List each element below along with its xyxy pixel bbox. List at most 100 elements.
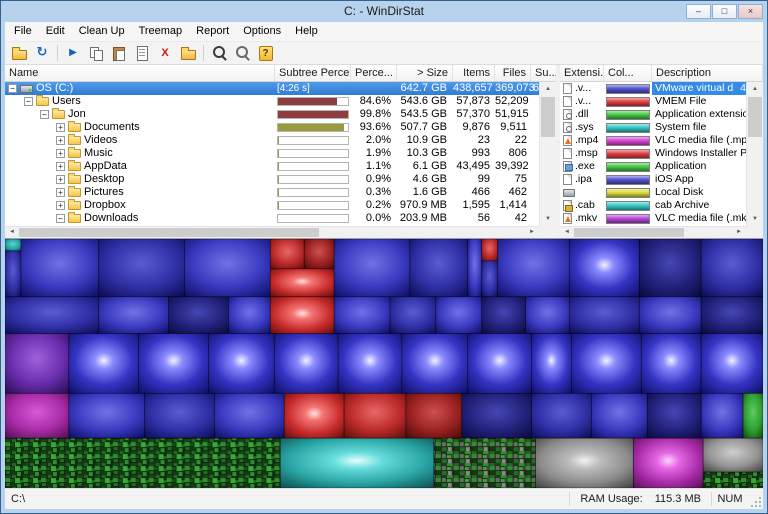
treemap-block[interactable] <box>532 334 572 394</box>
column-header-su[interactable]: Su... <box>531 65 556 81</box>
zoom-out-button[interactable] <box>231 43 253 63</box>
tree-row[interactable]: +Documents93.6%507.7 GB9,8769,511 <box>5 121 539 134</box>
treemap-block[interactable] <box>482 261 498 297</box>
open-button[interactable] <box>8 43 30 63</box>
treemap-block[interactable] <box>482 239 498 261</box>
tree-row[interactable]: −OS (C:)[4:26 s]642.7 GB438,657369,0736 <box>5 82 539 95</box>
tree-row[interactable]: +Desktop0.9%4.6 GB9975 <box>5 173 539 186</box>
treemap-block[interactable] <box>572 334 642 394</box>
treemap-block[interactable] <box>633 438 703 488</box>
menu-edit[interactable]: Edit <box>39 22 72 41</box>
minimize-button[interactable]: – <box>686 4 711 19</box>
treemap-block[interactable] <box>344 393 406 438</box>
treemap-block[interactable] <box>536 438 634 488</box>
extension-row[interactable]: .exeApplication <box>560 160 746 173</box>
treemap-block[interactable] <box>468 334 532 394</box>
scroll-left-arrow-icon[interactable]: ◄ <box>560 227 574 238</box>
column-header-extensi[interactable]: Extensi... <box>560 65 604 81</box>
scroll-up-arrow-icon[interactable]: ▲ <box>540 82 556 96</box>
treemap-block[interactable] <box>5 393 69 438</box>
tree-row[interactable]: −Downloads0.0%203.9 MB5642 <box>5 212 539 225</box>
paste-button[interactable] <box>108 43 130 63</box>
tree-row[interactable]: +Videos2.0%10.9 GB2322 <box>5 134 539 147</box>
treemap-block[interactable] <box>270 239 304 269</box>
close-button[interactable]: × <box>738 4 763 19</box>
column-header-size[interactable]: > Size <box>397 65 453 81</box>
extension-vertical-scrollbar[interactable]: ▲ ▼ <box>746 82 763 226</box>
tree-row[interactable]: +Pictures0.3%1.6 GB466462 <box>5 186 539 199</box>
column-header-description[interactable]: Description <box>652 65 763 81</box>
maximize-button[interactable]: □ <box>712 4 737 19</box>
extension-row[interactable]: .sysSystem file <box>560 121 746 134</box>
treemap-block[interactable] <box>5 438 280 488</box>
treemap-block[interactable] <box>701 239 763 297</box>
treemap-view[interactable] <box>5 238 763 488</box>
scrollbar-thumb[interactable] <box>574 228 684 237</box>
expand-toggle[interactable]: − <box>8 84 17 93</box>
treemap-block[interactable] <box>639 297 701 334</box>
treemap-block[interactable] <box>139 334 209 394</box>
treemap-block[interactable] <box>482 297 526 334</box>
treemap-block[interactable] <box>703 472 763 488</box>
treemap-block[interactable] <box>21 239 99 297</box>
treemap-block[interactable] <box>145 393 215 438</box>
expand-toggle[interactable]: + <box>56 123 65 132</box>
treemap-block[interactable] <box>434 438 536 488</box>
scroll-right-arrow-icon[interactable]: ► <box>732 227 746 238</box>
menu-file[interactable]: File <box>7 22 39 41</box>
column-header-items[interactable]: Items <box>453 65 495 81</box>
scroll-left-arrow-icon[interactable]: ◄ <box>5 227 19 238</box>
delete-button[interactable] <box>154 43 176 63</box>
tree-row[interactable]: +Dropbox0.2%970.9 MB1,5951,414 <box>5 199 539 212</box>
treemap-block[interactable] <box>214 393 284 438</box>
treemap-block[interactable] <box>468 239 482 297</box>
treemap-block[interactable] <box>270 297 334 334</box>
expand-toggle[interactable]: + <box>56 162 65 171</box>
treemap-block[interactable] <box>270 269 334 297</box>
treemap-block[interactable] <box>304 239 334 269</box>
extension-row[interactable]: .cabcab Archive <box>560 199 746 212</box>
expand-toggle[interactable]: + <box>56 136 65 145</box>
report-button[interactable] <box>131 43 153 63</box>
treemap-block[interactable] <box>570 297 640 334</box>
tree-row[interactable]: −Jon99.8%543.5 GB57,37051,915 <box>5 108 539 121</box>
tree-row[interactable]: −Users84.6%543.6 GB57,87352,209 <box>5 95 539 108</box>
treemap-block[interactable] <box>701 393 743 438</box>
treemap-block[interactable] <box>338 334 402 394</box>
treemap-block[interactable] <box>639 239 701 297</box>
zoom-in-button[interactable] <box>208 43 230 63</box>
extension-row[interactable]: .ipaiOS App <box>560 173 746 186</box>
extension-row[interactable]: .v...VMware virtual disk file4 <box>560 82 746 95</box>
extension-row[interactable]: .v...VMEM File <box>560 95 746 108</box>
treemap-block[interactable] <box>647 393 701 438</box>
expand-toggle[interactable]: − <box>56 214 65 223</box>
cleanup-folder-button[interactable] <box>177 43 199 63</box>
treemap-block[interactable] <box>228 297 270 334</box>
treemap-block[interactable] <box>402 334 468 394</box>
treemap-block[interactable] <box>208 334 274 394</box>
treemap-block[interactable] <box>69 393 145 438</box>
treemap-block[interactable] <box>169 297 229 334</box>
refresh-all-button[interactable] <box>31 43 53 63</box>
column-header-files[interactable]: Files <box>495 65 531 81</box>
column-header-col[interactable]: Col... <box>604 65 652 81</box>
extension-row[interactable]: .dllApplication extension <box>560 108 746 121</box>
copy-button[interactable] <box>85 43 107 63</box>
scroll-down-arrow-icon[interactable]: ▼ <box>747 212 763 226</box>
treemap-block[interactable] <box>99 239 185 297</box>
extension-row[interactable]: Local Disk <box>560 186 746 199</box>
expand-toggle[interactable]: − <box>24 97 33 106</box>
treemap-block[interactable] <box>284 393 344 438</box>
treemap-block[interactable] <box>410 239 468 297</box>
treemap-block[interactable] <box>5 297 99 334</box>
treemap-block[interactable] <box>701 334 763 394</box>
tree-row[interactable]: +AppData1.1%6.1 GB43,49539,392 <box>5 160 539 173</box>
treemap-block[interactable] <box>406 393 462 438</box>
tree-row[interactable]: +Music1.9%10.3 GB993806 <box>5 147 539 160</box>
treemap-block[interactable] <box>641 334 701 394</box>
help-button[interactable] <box>254 43 276 63</box>
menu-clean-up[interactable]: Clean Up <box>72 22 132 41</box>
extension-row[interactable]: .mp4VLC media file (.mp4) <box>560 134 746 147</box>
treemap-block[interactable] <box>701 297 763 334</box>
menu-treemap[interactable]: Treemap <box>132 22 190 41</box>
